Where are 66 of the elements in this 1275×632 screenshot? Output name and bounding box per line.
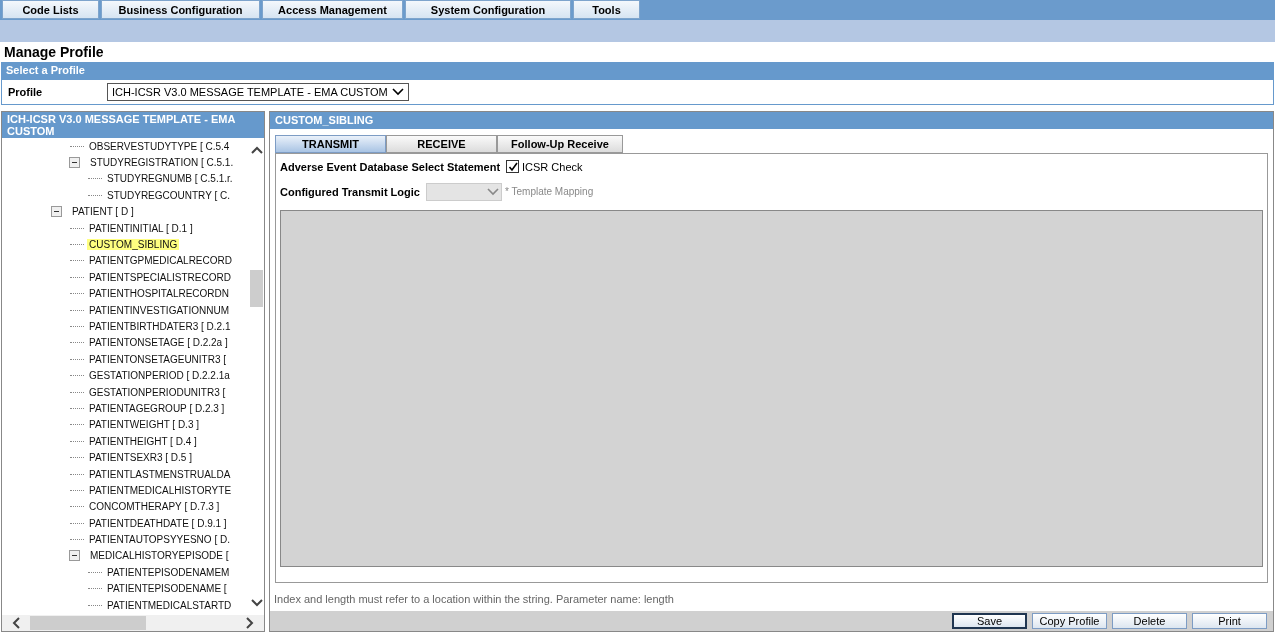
tree-item[interactable]: GESTATIONPERIODUNITR3 [ (87, 386, 228, 398)
chevron-right-icon (246, 617, 254, 629)
chevron-down-icon (487, 187, 499, 196)
tree-item[interactable]: STUDYREGISTRATION [ C.5.1. (88, 157, 236, 169)
tree-item[interactable]: PATIENTWEIGHT [ D.3 ] (87, 419, 201, 431)
action-button[interactable]: Copy Profile (1032, 613, 1107, 629)
tree-item[interactable]: PATIENTSEXR3 [ D.5 ] (87, 452, 194, 464)
tree-item[interactable]: PATIENTINITIAL [ D.1 ] (87, 222, 195, 234)
tree-item[interactable]: PATIENTMEDICALHISTORYTE (87, 484, 234, 496)
profile-dropdown[interactable]: ICH-ICSR V3.0 MESSAGE TEMPLATE - EMA CUSTOM (107, 83, 409, 101)
menu-button[interactable]: Access Management (262, 0, 403, 19)
tree-item[interactable]: PATIENTINVESTIGATIONNUM (87, 304, 231, 316)
tree-item[interactable]: PATIENTEPISODENAMEM (105, 566, 232, 578)
page-title: Manage Profile (3, 43, 105, 62)
section-header: Select a Profile (1, 62, 1274, 80)
horizontal-scrollbar[interactable] (2, 615, 264, 631)
collapse-toggle[interactable] (51, 206, 62, 218)
action-button[interactable]: Save (952, 613, 1027, 629)
tree-item[interactable]: PATIENTGPMEDICALRECORD (87, 255, 234, 267)
chevron-down-icon (392, 88, 404, 96)
tree-item[interactable]: STUDYREGNUMB [ C.5.1.r. (105, 173, 235, 185)
template-mapping-note: * Template Mapping (505, 186, 594, 197)
tab[interactable]: Follow-Up Receive (497, 135, 623, 153)
action-button[interactable]: Print (1192, 613, 1267, 629)
scrollbar-thumb[interactable] (250, 270, 263, 307)
tree-item[interactable]: PATIENTDEATHDATE [ D.9.1 ] (87, 517, 229, 529)
tree-item[interactable]: PATIENT [ D ] (70, 206, 136, 218)
tree-item[interactable]: PATIENTONSETAGE [ D.2.2a ] (87, 337, 230, 349)
tree-item[interactable]: PATIENTBIRTHDATER3 [ D.2.1 (87, 321, 233, 332)
tab[interactable]: RECEIVE (386, 135, 497, 153)
tree-item[interactable]: MEDICALHISTORYEPISODE [ (88, 550, 231, 562)
tree-item[interactable]: OBSERVESTUDYTYPE [ C.5.4 (87, 140, 232, 152)
menu-button[interactable]: Business Configuration (101, 0, 260, 19)
tree-item[interactable]: GESTATIONPERIOD [ D.2.2.1a (87, 370, 232, 382)
tree-item[interactable]: CUSTOM_SIBLING (87, 239, 180, 251)
chevron-left-icon (12, 617, 20, 629)
collapse-toggle[interactable] (69, 157, 80, 169)
tree-item[interactable]: PATIENTAUTOPSYYESNO [ D. (87, 534, 232, 546)
tree-item[interactable]: PATIENTHOSPITALRECORDN (87, 288, 231, 300)
tree-item[interactable]: PATIENTONSETAGEUNITR3 [ (87, 353, 229, 365)
select-statement-label: Adverse Event Database Select Statement (280, 160, 502, 173)
menu-button[interactable]: System Configuration (405, 0, 571, 19)
profile-label: Profile (7, 86, 44, 98)
tree-item[interactable]: PATIENTMEDICALSTARTD (105, 599, 234, 611)
transmit-logic-label: Configured Transmit Logic (280, 185, 421, 198)
checkbox[interactable] (506, 160, 519, 173)
tree-header: ICH-ICSR V3.0 MESSAGE TEMPLATE - EMA CUSTOM (2, 112, 264, 138)
error-message: Index and length must refer to a location within the string. Parameter name: length (273, 592, 675, 607)
menu-button[interactable]: Tools (573, 0, 640, 19)
action-button[interactable]: Delete (1112, 613, 1187, 629)
scrollbar-thumb[interactable] (30, 616, 146, 630)
collapse-toggle[interactable] (69, 550, 80, 562)
tab[interactable]: TRANSMIT (275, 135, 386, 153)
chevron-up-icon (250, 146, 263, 154)
chevron-down-icon (250, 599, 263, 607)
tree-item[interactable]: STUDYREGCOUNTRY [ C. (105, 189, 232, 201)
tree-item[interactable]: CONCOMTHERAPY [ D.7.3 ] (87, 501, 222, 513)
checkbox-label: ICSR Check (522, 160, 583, 173)
detail-header: CUSTOM_SIBLING (270, 112, 1273, 129)
tree-item[interactable]: PATIENTEPISODENAME [ (105, 583, 229, 595)
menu-button[interactable]: Code Lists (2, 0, 99, 19)
tree-item[interactable]: PATIENTAGEGROUP [ D.2.3 ] (87, 402, 227, 414)
select-statement-textarea[interactable] (280, 210, 1263, 567)
tree-item[interactable]: PATIENTLASTMENSTRUALDA (87, 468, 233, 480)
tree-item[interactable]: PATIENTSPECIALISTRECORD (87, 271, 233, 283)
tree-item[interactable]: PATIENTHEIGHT [ D.4 ] (87, 435, 199, 447)
